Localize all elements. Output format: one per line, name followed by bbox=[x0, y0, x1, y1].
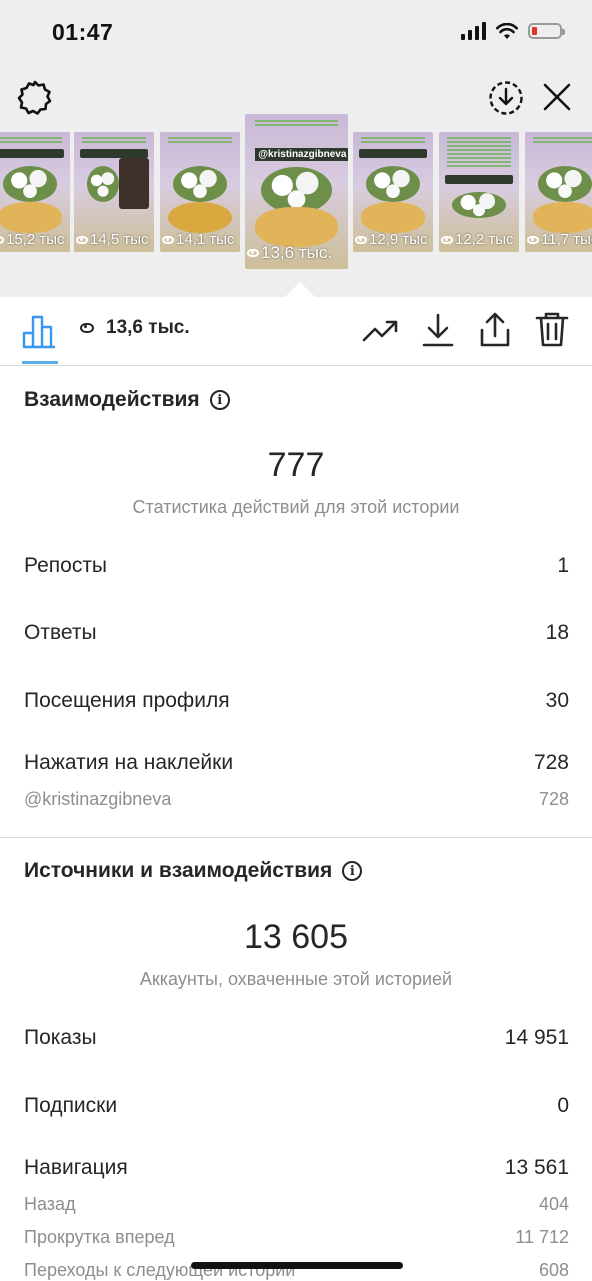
story-thumbnail[interactable]: 12,9 тыс bbox=[353, 132, 433, 252]
story-thumbnail[interactable]: 15,2 тыс bbox=[0, 132, 70, 252]
story-thumbnail-active[interactable]: @kristinazgibneva 13,6 тыс. bbox=[245, 114, 348, 269]
battery-icon bbox=[528, 23, 565, 39]
stat-row: Репосты 1 bbox=[24, 554, 569, 577]
interactions-total: 777 bbox=[267, 446, 325, 484]
eye-icon bbox=[247, 249, 259, 257]
share-icon[interactable] bbox=[478, 312, 512, 348]
status-icons bbox=[461, 22, 565, 40]
download-circle-icon[interactable] bbox=[488, 80, 524, 116]
story-thumbnail[interactable]: 14,5 тыс bbox=[74, 132, 154, 252]
eye-icon bbox=[0, 235, 4, 244]
info-icon[interactable]: i bbox=[342, 861, 363, 881]
sources-heading: Источники и взаимодействия i bbox=[24, 859, 363, 883]
interactions-caption: Статистика действий для этой истории bbox=[132, 497, 460, 517]
sources-caption: Аккаунты, охваченные этой историей bbox=[139, 969, 453, 989]
active-tab-indicator bbox=[22, 361, 58, 364]
selection-pointer bbox=[285, 282, 315, 297]
stat-subrow: @kristinazgibneva 728 bbox=[24, 789, 569, 809]
stat-subrow: Прокрутка вперед 11 712 bbox=[24, 1227, 569, 1247]
close-icon[interactable] bbox=[542, 82, 572, 112]
portrait-photo bbox=[118, 158, 150, 209]
eye-icon bbox=[527, 235, 539, 244]
bar-chart-icon[interactable] bbox=[22, 313, 58, 349]
sources-total: 13 605 bbox=[244, 918, 348, 956]
section-divider bbox=[0, 837, 592, 838]
stat-row: Посещения профиля 30 bbox=[24, 689, 569, 712]
story-handle: @kristinazgibneva bbox=[255, 148, 348, 162]
story-thumbnail-strip: 15,2 тыс 14,5 тыс 14,1 тыс @kristinazgib… bbox=[0, 114, 592, 274]
gear-icon[interactable] bbox=[16, 79, 54, 117]
stat-row: Показы 14 951 bbox=[24, 1026, 569, 1049]
views-count: 13,6 тыс. bbox=[80, 317, 190, 339]
stat-row: Навигация 13 561 bbox=[24, 1156, 569, 1179]
story-header: 01:47 15,2 тыс 14,5 тыс 14,1 тыс @kristi… bbox=[0, 0, 592, 297]
stat-row: Ответы 18 bbox=[24, 621, 569, 644]
story-thumbnail[interactable]: 14,1 тыс bbox=[160, 132, 240, 252]
trending-up-icon[interactable] bbox=[362, 312, 400, 348]
story-thumbnail[interactable]: 12,2 тыс bbox=[439, 132, 519, 252]
story-thumbnail[interactable]: 11,7 тыс bbox=[525, 132, 592, 252]
eye-icon bbox=[80, 323, 94, 333]
download-icon[interactable] bbox=[421, 312, 455, 348]
status-time: 01:47 bbox=[52, 19, 114, 45]
stat-row: Подписки 0 bbox=[24, 1094, 569, 1117]
trash-icon[interactable] bbox=[535, 312, 569, 348]
eye-icon bbox=[441, 235, 453, 244]
info-icon[interactable]: i bbox=[209, 390, 230, 410]
insights-toolbar: 13,6 тыс. bbox=[0, 297, 592, 366]
signal-icon bbox=[461, 22, 486, 40]
eye-icon bbox=[76, 235, 88, 244]
stat-row: Нажатия на наклейки 728 bbox=[24, 751, 569, 774]
interactions-heading: Взаимодействия i bbox=[24, 388, 230, 412]
eye-icon bbox=[162, 235, 174, 244]
home-indicator[interactable] bbox=[191, 1262, 403, 1269]
stat-subrow: Назад 404 bbox=[24, 1194, 569, 1214]
wifi-icon bbox=[496, 22, 518, 39]
eye-icon bbox=[355, 235, 367, 244]
